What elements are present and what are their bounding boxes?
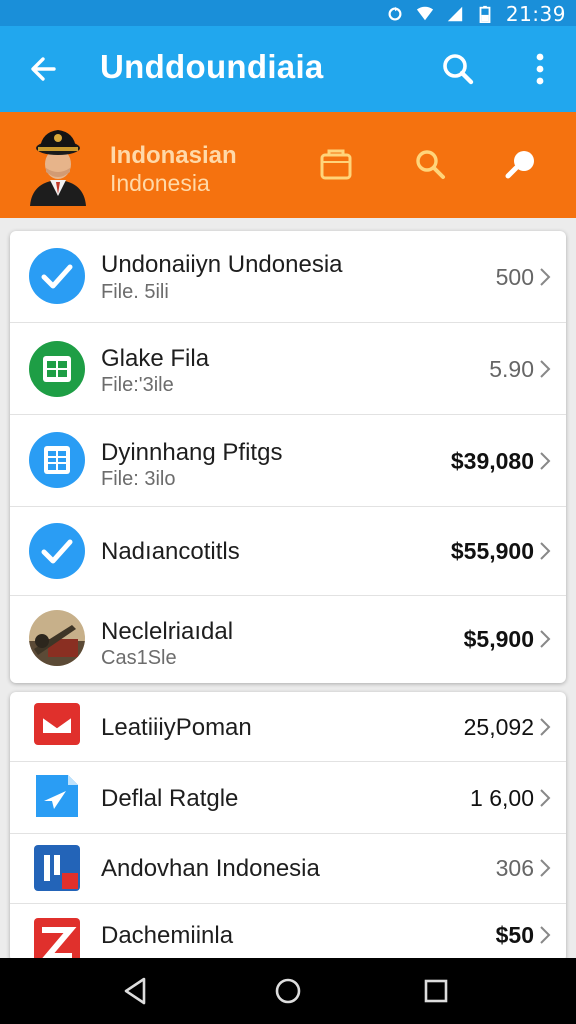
- search-icon[interactable]: [436, 47, 480, 91]
- clock: 21:39: [505, 2, 566, 26]
- battery-icon: [479, 5, 491, 23]
- item-amount: 500: [495, 264, 534, 290]
- account-subtitle: Indonesia: [110, 170, 210, 196]
- list-item[interactable]: Nadıancotitls $55,900: [10, 507, 566, 596]
- item-label: Dachemiinla: [101, 922, 234, 949]
- nav-back-icon[interactable]: [118, 973, 154, 1009]
- item-amount: $55,900: [450, 538, 534, 564]
- mail-app-icon: [34, 703, 80, 745]
- item-subtitle: File: 3ilo: [101, 468, 176, 490]
- item-amount: 1 6,00: [470, 785, 534, 811]
- search-filled-icon[interactable]: [502, 144, 542, 184]
- grid-doc-icon: [29, 432, 85, 488]
- chevron-right-icon: [540, 789, 551, 807]
- check-circle-icon: [29, 523, 85, 579]
- search-outline-icon[interactable]: [410, 144, 450, 184]
- app-bar: Unddoundiaia: [0, 26, 576, 112]
- signal-icon: [447, 6, 463, 22]
- check-circle-icon: [29, 248, 85, 304]
- item-label: Deflal Ratgle: [101, 785, 239, 812]
- chevron-right-icon: [540, 630, 551, 648]
- item-amount: 25,092: [463, 714, 534, 740]
- item-subtitle: File. 5ili: [101, 281, 169, 303]
- spreadsheet-icon: [29, 341, 85, 397]
- item-label: Glake Fila: [101, 345, 210, 372]
- item-label: Undonaiiyn Undonesia: [101, 251, 343, 278]
- account-header: Indonasian Indonesia: [0, 112, 576, 218]
- list-item[interactable]: Dyinnhang Pfitgs File: 3ilo $39,080: [10, 415, 566, 507]
- list-item[interactable]: Dachemiinla $50: [10, 904, 566, 962]
- item-label: Neclelriaıdal: [101, 618, 234, 645]
- item-amount: 306: [495, 855, 534, 881]
- officer-avatar[interactable]: [26, 124, 90, 206]
- item-subtitle: Cas1Sle: [101, 647, 177, 669]
- chevron-right-icon: [540, 542, 551, 560]
- chevron-right-icon: [540, 926, 551, 944]
- chevron-right-icon: [540, 718, 551, 736]
- list-item[interactable]: Undonaiiyn Undonesia File. 5ili 500: [10, 231, 566, 323]
- item-amount: $50: [495, 922, 534, 948]
- chevron-right-icon: [540, 268, 551, 286]
- list-item[interactable]: Neclelriaıdal Cas1Sle $5,900: [10, 596, 566, 683]
- list-item[interactable]: LeatiiiyPoman 25,092: [10, 692, 566, 762]
- item-label: Nadıancotitls: [101, 538, 240, 565]
- status-bar: 21:39: [0, 0, 576, 26]
- item-amount: $5,900: [463, 626, 534, 652]
- list-item[interactable]: Andovhan Indonesia 306: [10, 834, 566, 904]
- item-label: Andovhan Indonesia: [101, 855, 320, 882]
- item-subtitle: File:'3ile: [101, 374, 174, 396]
- app-title: Unddoundiaia: [100, 48, 324, 85]
- navigation-bar: [0, 958, 576, 1024]
- chevron-right-icon: [540, 452, 551, 470]
- item-amount: 5.90: [489, 356, 534, 382]
- chart-app-icon: [34, 845, 80, 891]
- chevron-right-icon: [540, 360, 551, 378]
- list-item[interactable]: Glake Fila File:'3ile 5.90: [10, 323, 566, 415]
- account-name: Indonasian: [110, 142, 237, 169]
- photo-avatar-icon: [29, 610, 85, 666]
- item-label: LeatiiiyPoman: [101, 714, 252, 741]
- back-arrow-icon[interactable]: [22, 47, 66, 91]
- list-item[interactable]: Deflal Ratgle 1 6,00: [10, 762, 566, 834]
- accounts-card: Undonaiiyn Undonesia File. 5ili 500 Glak…: [10, 231, 566, 683]
- apps-card: LeatiiiyPoman 25,092 Deflal Ratgle 1 6,0…: [10, 692, 566, 962]
- sync-icon: [388, 6, 402, 21]
- wifi-icon: [416, 6, 433, 21]
- item-amount: $39,080: [450, 448, 534, 474]
- more-vert-icon[interactable]: [518, 47, 562, 91]
- nav-home-icon[interactable]: [270, 973, 306, 1009]
- folder-icon[interactable]: [316, 144, 356, 184]
- nav-recents-icon[interactable]: [418, 973, 454, 1009]
- red-app-icon: [34, 918, 80, 962]
- send-app-icon: [36, 775, 78, 817]
- item-label: Dyinnhang Pfitgs: [101, 439, 283, 466]
- chevron-right-icon: [540, 859, 551, 877]
